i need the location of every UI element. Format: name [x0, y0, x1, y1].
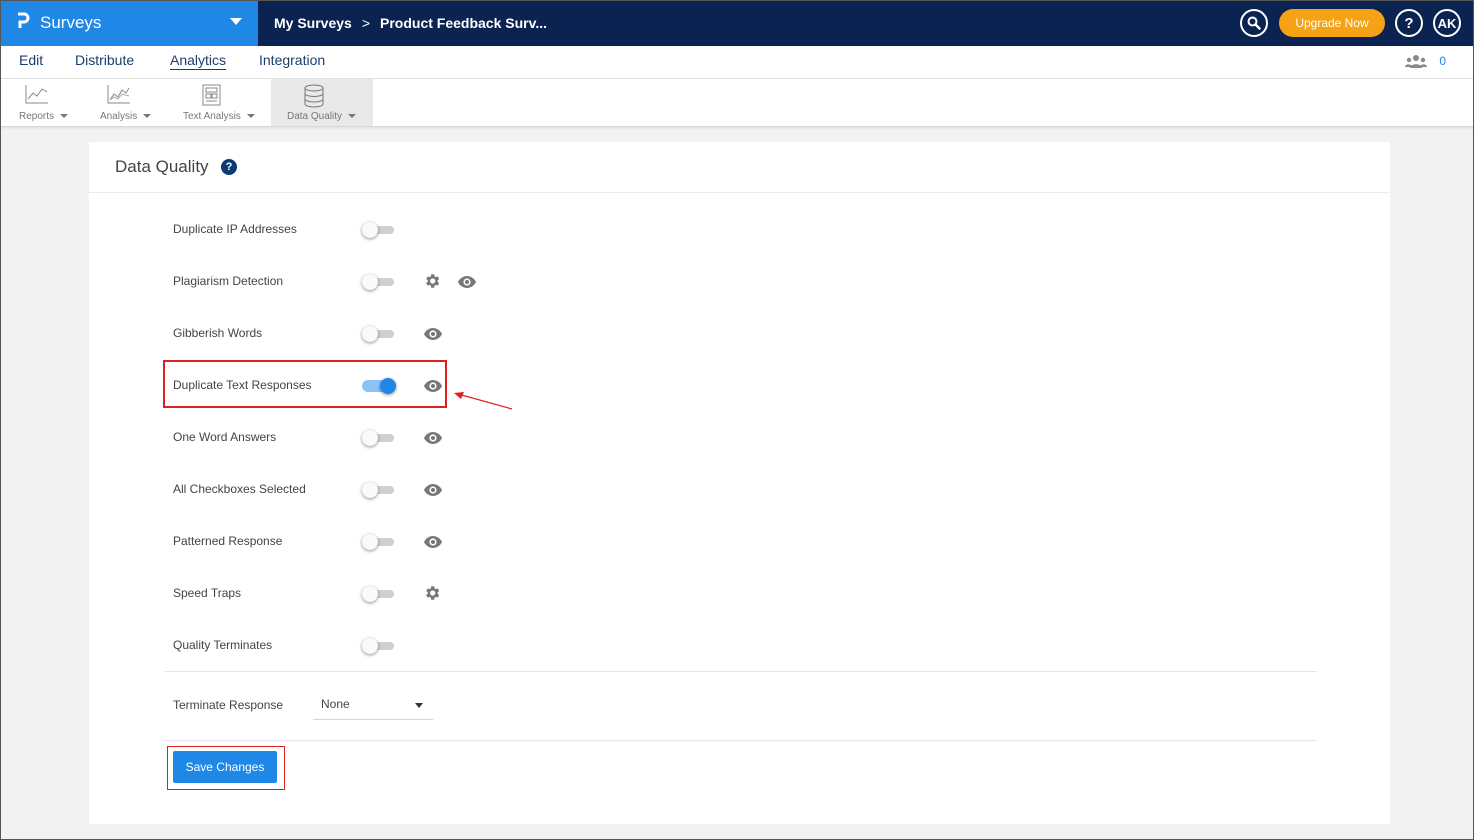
check-label-quality-terminates: Quality Terminates [173, 638, 273, 652]
eye-icon[interactable] [423, 535, 443, 554]
check-label-duplicate-ip-addresses: Duplicate IP Addresses [173, 222, 297, 236]
toolbar-reports-label: Reports [19, 111, 55, 122]
avatar-initials: AK [1437, 15, 1457, 31]
toggle-knob [362, 430, 378, 446]
product-name: Surveys [40, 13, 102, 32]
panel-header: Data Quality ? [89, 142, 1390, 193]
toggle-knob [362, 222, 378, 238]
toolbar-text-analysis-label: Text Analysis [183, 111, 241, 122]
data-quality-panel: Data Quality ? Duplicate IP Addresses Pla… [89, 142, 1390, 824]
eye-icon[interactable] [423, 327, 443, 346]
line-chart-icon [25, 85, 48, 104]
terminate-response-label: Terminate Response [173, 698, 284, 712]
question-circle-icon[interactable]: ? [221, 159, 237, 175]
toggle-quality-terminates[interactable] [362, 638, 396, 654]
collaborators[interactable]: 0 [1405, 54, 1446, 68]
check-label-duplicate-text-responses: Duplicate Text Responses [173, 378, 312, 392]
users-group-icon [1405, 55, 1428, 68]
caret-down-icon [246, 114, 255, 119]
divider [164, 671, 1317, 672]
caret-down-icon [60, 114, 69, 119]
breadcrumb-survey-name[interactable]: Product Feedback Surv... [380, 15, 547, 31]
user-avatar-button[interactable]: AK [1433, 9, 1461, 37]
save-changes-button[interactable]: Save Changes [173, 751, 277, 783]
help-icon: ? [1404, 14, 1414, 32]
search-button[interactable] [1240, 9, 1268, 37]
chevron-down-icon [230, 18, 242, 25]
questionpro-logo-icon [16, 12, 34, 35]
toggle-knob [362, 586, 378, 602]
caret-down-icon [415, 703, 423, 708]
toolbar-analysis[interactable]: Analysis [82, 79, 164, 126]
breadcrumb-my-surveys[interactable]: My Surveys [274, 15, 352, 31]
eye-icon[interactable] [423, 483, 443, 502]
toggle-duplicate-text-responses[interactable] [362, 378, 396, 394]
check-label-patterned-response: Patterned Response [173, 534, 283, 548]
toolbar-data-quality[interactable]: Data Quality [271, 79, 373, 126]
upgrade-now-button[interactable]: Upgrade Now [1279, 9, 1385, 37]
toggle-plagiarism-detection[interactable] [362, 274, 396, 290]
analytics-toolbar: Reports Analysis Text Analysis Data Qual… [0, 79, 1474, 127]
document-grid-icon [202, 84, 221, 106]
nav-edit[interactable]: Edit [19, 52, 43, 68]
breadcrumb: My Surveys > Product Feedback Surv... [274, 0, 547, 46]
database-icon [304, 84, 324, 108]
eye-icon[interactable] [423, 431, 443, 450]
check-label-plagiarism-detection: Plagiarism Detection [173, 274, 284, 288]
gear-icon[interactable] [423, 272, 441, 295]
toolbar-reports[interactable]: Reports [0, 79, 82, 126]
breadcrumb-separator: > [361, 15, 371, 31]
area-chart-icon [107, 85, 130, 104]
divider [164, 740, 1317, 741]
help-button[interactable]: ? [1395, 9, 1423, 37]
caret-down-icon [143, 114, 152, 119]
main-nav: Edit Distribute Analytics Integration 0 [0, 46, 1474, 79]
annotation-arrow-icon [454, 392, 513, 410]
toggle-speed-traps[interactable] [362, 586, 396, 602]
toggle-knob [362, 326, 378, 342]
check-label-all-checkboxes-selected: All Checkboxes Selected [173, 482, 306, 496]
toggle-knob [362, 274, 378, 290]
toggle-one-word-answers[interactable] [362, 430, 396, 446]
search-icon [1247, 16, 1261, 30]
page-title: Data Quality [115, 157, 209, 176]
caret-down-icon [348, 114, 357, 119]
product-switcher[interactable]: Surveys [0, 0, 258, 46]
terminate-response-value: None [321, 697, 350, 711]
toggle-patterned-response[interactable] [362, 534, 396, 550]
toggle-gibberish-words[interactable] [362, 326, 396, 342]
terminate-response-select[interactable]: None [313, 687, 433, 720]
eye-icon[interactable] [457, 275, 477, 294]
nav-distribute[interactable]: Distribute [75, 52, 134, 68]
check-label-one-word-answers: One Word Answers [173, 430, 277, 444]
top-header: Surveys My Surveys > Product Feedback Su… [0, 0, 1474, 46]
gear-icon[interactable] [423, 584, 441, 607]
toggle-knob [362, 482, 378, 498]
nav-integration[interactable]: Integration [259, 52, 325, 68]
toolbar-text-analysis[interactable]: Text Analysis [164, 79, 271, 126]
toolbar-data-quality-label: Data Quality [287, 111, 343, 122]
toggle-knob [380, 378, 396, 394]
nav-analytics[interactable]: Analytics [170, 52, 226, 68]
collaborators-count: 0 [1439, 54, 1446, 68]
toggle-all-checkboxes-selected[interactable] [362, 482, 396, 498]
check-label-speed-traps: Speed Traps [173, 586, 242, 600]
toggle-knob [362, 534, 378, 550]
check-label-gibberish-words: Gibberish Words [173, 326, 263, 340]
toggle-knob [362, 638, 378, 654]
eye-icon[interactable] [423, 379, 443, 398]
toggle-duplicate-ip-addresses[interactable] [362, 222, 396, 238]
toolbar-analysis-label: Analysis [100, 111, 138, 122]
